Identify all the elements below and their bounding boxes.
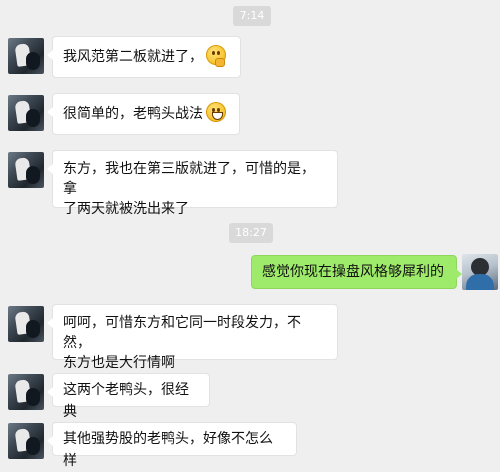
message-text-line: 了两天就被洗出来了: [63, 201, 189, 217]
friend-avatar[interactable]: [8, 374, 44, 410]
chat-window: 7:14 我风范第二板就进了， 很简单的，老鸭头战法 东方，我也在第三版就进了，…: [0, 0, 500, 469]
message-bubble[interactable]: 感觉你现在操盘风格够犀利的: [251, 255, 462, 289]
message-text-line: 东方也是大行情啊: [63, 355, 175, 371]
friend-avatar[interactable]: [8, 306, 44, 342]
message-bubble[interactable]: 其他强势股的老鸭头，好像不怎么样: [47, 422, 297, 469]
friend-avatar[interactable]: [8, 38, 44, 74]
self-avatar[interactable]: [462, 254, 498, 290]
message-text-line: 东方，我也在第三版就进了，可惜的是，拿: [63, 161, 315, 197]
message-bubble[interactable]: 东方，我也在第三版就进了，可惜的是，拿 了两天就被洗出来了: [47, 150, 338, 217]
message-text-line: 呵呵，可惜东方和它同一时段发力，不然，: [63, 315, 301, 351]
grinning-face-icon: [206, 102, 226, 122]
message-bubble[interactable]: 这两个老鸭头，很经典: [47, 373, 210, 420]
friend-avatar[interactable]: [8, 423, 44, 459]
timestamp: 18:27: [229, 223, 273, 243]
message-text: 其他强势股的老鸭头，好像不怎么样: [63, 431, 273, 469]
message-text: 这两个老鸭头，很经典: [63, 382, 189, 420]
friend-avatar[interactable]: [8, 95, 44, 131]
message-text: 很简单的，老鸭头战法: [63, 106, 203, 122]
message-bubble[interactable]: 我风范第二板就进了，: [47, 36, 241, 78]
friend-avatar[interactable]: [8, 152, 44, 188]
message-bubble[interactable]: 很简单的，老鸭头战法: [47, 93, 240, 135]
message-bubble[interactable]: 呵呵，可惜东方和它同一时段发力，不然， 东方也是大行情啊: [47, 304, 338, 371]
thinking-face-icon: [206, 45, 226, 67]
message-text: 感觉你现在操盘风格够犀利的: [262, 264, 444, 280]
message-text: 我风范第二板就进了，: [63, 49, 203, 65]
timestamp: 7:14: [233, 6, 271, 26]
